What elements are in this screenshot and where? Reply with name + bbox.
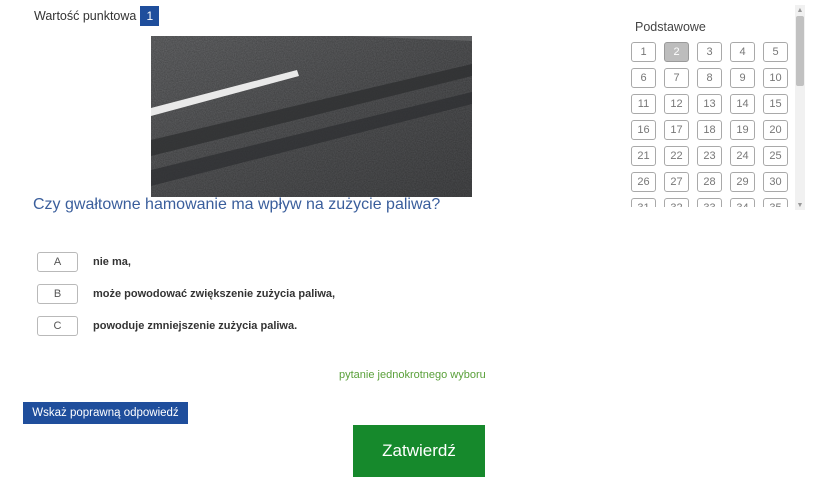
question-number-5[interactable]: 5 xyxy=(763,42,788,62)
question-number-18[interactable]: 18 xyxy=(697,120,722,140)
question-number-17[interactable]: 17 xyxy=(664,120,689,140)
question-number-10[interactable]: 10 xyxy=(763,68,788,88)
question-number-26[interactable]: 26 xyxy=(631,172,656,192)
question-navigation-panel: Podstawowe 1 2 3 4 5 6 7 8 9 10 11 12 13 14 15 16 17 18 19… xyxy=(630,8,796,207)
question-number-24[interactable]: 24 xyxy=(730,146,755,166)
question-number-34[interactable]: 34 xyxy=(730,198,755,207)
question-number-29[interactable]: 29 xyxy=(730,172,755,192)
panel-title: Podstawowe xyxy=(635,20,706,34)
answer-text[interactable]: może powodować zwiększenie zużycia paliw… xyxy=(93,288,335,300)
question-number-11[interactable]: 11 xyxy=(631,94,656,114)
panel-scrollbar[interactable]: ▲ ▼ xyxy=(795,5,805,210)
question-type-label: pytanie jednokrotnego wyboru xyxy=(339,369,486,381)
question-number-33[interactable]: 33 xyxy=(697,198,722,207)
answer-text[interactable]: nie ma, xyxy=(93,256,131,268)
answer-letter-button[interactable]: A xyxy=(37,252,78,272)
answer-option-b[interactable]: B może powodować zwiększenie zużycia pal… xyxy=(37,284,335,304)
question-text: Czy gwałtowne hamowanie ma wpływ na zuży… xyxy=(33,196,441,213)
question-number-2[interactable]: 2 xyxy=(664,42,689,62)
question-number-1[interactable]: 1 xyxy=(631,42,656,62)
question-number-3[interactable]: 3 xyxy=(697,42,722,62)
points-label: Wartość punktowa xyxy=(34,9,137,23)
question-number-9[interactable]: 9 xyxy=(730,68,755,88)
question-number-20[interactable]: 20 xyxy=(763,120,788,140)
answer-letter-button[interactable]: C xyxy=(37,316,78,336)
answer-letter-button[interactable]: B xyxy=(37,284,78,304)
chevron-down-icon[interactable]: ▼ xyxy=(795,200,805,210)
points-indicator: Wartość punktowa 1 xyxy=(34,6,160,26)
points-badge: 1 xyxy=(140,6,160,26)
question-number-27[interactable]: 27 xyxy=(664,172,689,192)
answer-option-c[interactable]: C powoduje zmniejszenie zużycia paliwa. xyxy=(37,316,297,336)
submit-button[interactable]: Zatwierdź xyxy=(353,425,485,477)
question-number-16[interactable]: 16 xyxy=(631,120,656,140)
question-number-13[interactable]: 13 xyxy=(697,94,722,114)
answer-option-a[interactable]: A nie ma, xyxy=(37,252,131,272)
asphalt-skid-marks-image xyxy=(151,36,472,197)
question-number-15[interactable]: 15 xyxy=(763,94,788,114)
answer-text[interactable]: powoduje zmniejszenie zużycia paliwa. xyxy=(93,320,297,332)
question-number-28[interactable]: 28 xyxy=(697,172,722,192)
question-number-31[interactable]: 31 xyxy=(631,198,656,207)
question-number-35[interactable]: 35 xyxy=(763,198,788,207)
question-number-12[interactable]: 12 xyxy=(664,94,689,114)
question-number-14[interactable]: 14 xyxy=(730,94,755,114)
question-number-6[interactable]: 6 xyxy=(631,68,656,88)
show-correct-answer-button[interactable]: Wskaż poprawną odpowiedź xyxy=(23,402,188,424)
question-number-8[interactable]: 8 xyxy=(697,68,722,88)
question-number-4[interactable]: 4 xyxy=(730,42,755,62)
question-number-23[interactable]: 23 xyxy=(697,146,722,166)
question-number-30[interactable]: 30 xyxy=(763,172,788,192)
question-number-19[interactable]: 19 xyxy=(730,120,755,140)
question-image xyxy=(151,36,472,197)
question-number-21[interactable]: 21 xyxy=(631,146,656,166)
question-number-7[interactable]: 7 xyxy=(664,68,689,88)
question-number-25[interactable]: 25 xyxy=(763,146,788,166)
scrollbar-thumb[interactable] xyxy=(796,16,804,86)
question-number-22[interactable]: 22 xyxy=(664,146,689,166)
question-number-32[interactable]: 32 xyxy=(664,198,689,207)
chevron-up-icon[interactable]: ▲ xyxy=(795,5,805,15)
